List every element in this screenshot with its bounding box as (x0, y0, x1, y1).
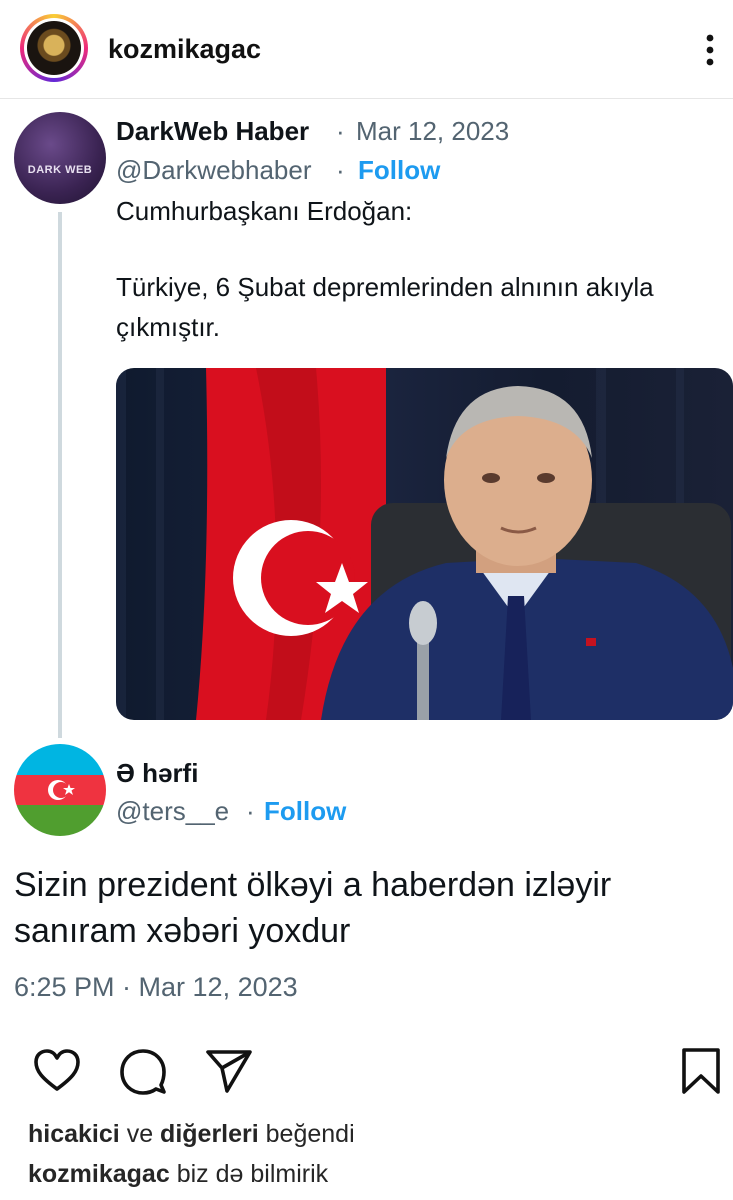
avatar-image (27, 21, 81, 75)
tweet-author-handle[interactable]: @ters__e (116, 796, 229, 827)
tweet-text: Sizin prezident ölkəyi a haberdən izləyi… (14, 866, 612, 904)
likes-others[interactable]: diğerleri (160, 1120, 259, 1148)
tweet-author-handle[interactable]: @Darkwebhaber (116, 155, 311, 186)
follow-button[interactable]: Follow (358, 155, 440, 186)
tweet-text: Cumhurbaşkanı Erdoğan: (116, 196, 413, 226)
likes-suffix: beğendi (265, 1120, 355, 1148)
caption-text: biz də bilmirik (176, 1160, 329, 1188)
tweet-author-name[interactable]: Ə hərfi (116, 758, 198, 789)
likes-connector: ve (126, 1120, 154, 1148)
follow-button[interactable]: Follow (264, 796, 346, 827)
liker-username[interactable]: hicakici (28, 1120, 120, 1148)
tweet-text: çıkmıştır. (116, 312, 220, 342)
more-vertical-icon[interactable] (690, 30, 730, 70)
tweet-photo[interactable] (116, 368, 733, 720)
heart-icon[interactable] (32, 1046, 82, 1096)
separator-dot: · (336, 116, 345, 146)
tweet-author-avatar[interactable]: DARK WEB (14, 112, 106, 204)
tweet-date: Mar 12, 2023 (356, 116, 510, 146)
likes-summary[interactable]: hicakici ve diğerleri beğendi (28, 1120, 355, 1149)
thread-connector (58, 212, 62, 738)
send-icon[interactable] (204, 1046, 254, 1096)
tweet-author-avatar[interactable] (14, 744, 106, 836)
avatar-logo-text: DARK WEB (27, 164, 93, 176)
profile-avatar[interactable] (20, 14, 88, 82)
caption-username[interactable]: kozmikagac (28, 1160, 170, 1188)
bookmark-icon[interactable] (676, 1046, 726, 1096)
separator-dot: · (246, 796, 255, 826)
tweet-text: Türkiye, 6 Şubat depremlerinden alnının … (116, 272, 654, 302)
tweet-timestamp: 6:25 PM · Mar 12, 2023 (14, 972, 298, 1002)
post-username[interactable]: kozmikagac (108, 34, 261, 65)
tweet-author-name[interactable]: DarkWeb Haber (116, 116, 309, 147)
comment-icon[interactable] (118, 1046, 168, 1096)
separator-dot: · (336, 155, 345, 185)
tweet-text: sanıram xəbəri yoxdur (14, 912, 351, 950)
post-caption: kozmikagac biz də bilmirik (28, 1160, 328, 1189)
